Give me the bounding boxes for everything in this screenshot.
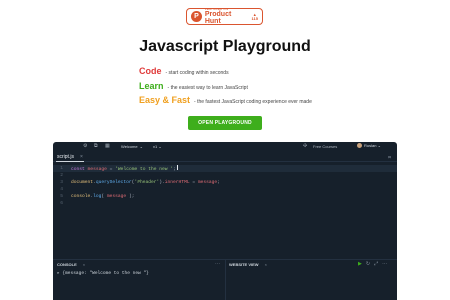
upvote-count: 115	[251, 15, 258, 21]
vertical-divider[interactable]	[225, 259, 226, 300]
product-hunt-text: FEATURED ON Product Hunt	[204, 8, 249, 26]
close-icon[interactable]: ×	[80, 154, 83, 160]
user-menu[interactable]: Ruslan ⌄	[357, 143, 381, 148]
feature-keyword: Learn	[139, 81, 164, 91]
workspace-selector[interactable]: Welcome ⌄	[121, 144, 143, 149]
feature-code: Code - start coding within seconds	[139, 66, 229, 76]
code-line[interactable]: 2	[53, 172, 397, 179]
feature-description: - the fastest JavaScript coding experien…	[194, 99, 312, 105]
feature-keyword: Easy & Fast	[139, 95, 191, 105]
settings-icon[interactable]: ⚙	[83, 143, 87, 149]
split-view-icon[interactable]: ⌗	[388, 155, 391, 161]
workspace-label: Welcome	[121, 144, 138, 149]
console-output: ▸ {message: "Welcome to the new "}	[57, 271, 149, 276]
gift-icon[interactable]: ✣	[303, 143, 307, 149]
console-label: CONSOLE	[57, 262, 77, 267]
website-view-toolbar: ▶ ↻ ⤢ ···	[358, 261, 387, 267]
close-icon[interactable]: ×	[265, 262, 267, 267]
code-text: const message = 'Welcome to the new ';	[71, 165, 178, 172]
feature-easy-fast: Easy & Fast - the fastest JavaScript cod…	[139, 95, 312, 105]
line-number: 2	[60, 173, 63, 178]
tab-label: script.js	[57, 154, 74, 160]
code-line[interactable]: 5 console.log( message );	[53, 193, 397, 200]
active-tab-indicator	[56, 161, 84, 162]
open-playground-button[interactable]: OPEN PLAYGROUND	[188, 116, 262, 130]
code-line[interactable]: 3 document.querySelector('#header').inne…	[53, 179, 397, 186]
code-editor-window: ⚙ ⧉ ▦ Welcome ⌄ v1 ⌄ ✣ Free Courses Rusl…	[53, 142, 397, 300]
close-icon[interactable]: ×	[83, 262, 85, 267]
console-panel-header: CONSOLE ×	[57, 262, 85, 267]
website-view-header: WEBSITE VIEW ×	[229, 262, 267, 267]
more-options-icon[interactable]: ···	[215, 261, 220, 267]
play-icon[interactable]: ▶	[358, 261, 362, 267]
code-line[interactable]: 1 const message = 'Welcome to the new ';	[53, 165, 397, 172]
line-number: 6	[60, 201, 63, 206]
code-text: document.querySelector('#header').innerH…	[71, 180, 220, 185]
tab-script-js[interactable]: script.js ×	[57, 154, 83, 160]
share-icon[interactable]: ⧉	[94, 143, 98, 149]
page-title: Javascript Playground	[139, 38, 311, 55]
product-hunt-badge[interactable]: P FEATURED ON Product Hunt ▲ 115	[186, 8, 263, 25]
product-hunt-logo-icon: P	[191, 11, 202, 22]
layout-icon[interactable]: ▦	[105, 143, 110, 149]
user-name: Ruslan ⌄	[364, 143, 381, 148]
refresh-icon[interactable]: ↻	[366, 261, 370, 267]
open-external-icon[interactable]: ⤢	[374, 261, 378, 267]
upvote-counter: ▲ 115	[251, 12, 258, 21]
editor-topbar: ⚙ ⧉ ▦ Welcome ⌄ v1 ⌄ ✣ Free Courses Rusl…	[53, 142, 397, 152]
website-view-label: WEBSITE VIEW	[229, 262, 259, 267]
code-text: console.log( message );	[71, 194, 135, 199]
line-number: 1	[60, 166, 63, 171]
line-number: 4	[60, 187, 63, 192]
chevron-down-icon: ⌄	[139, 144, 143, 149]
free-courses-link[interactable]: Free Courses	[313, 144, 337, 149]
feature-description: - start coding within seconds	[165, 70, 229, 76]
feature-description: - the easiest way to learn JavaScript	[167, 85, 248, 91]
more-options-icon[interactable]: ···	[382, 261, 387, 267]
code-line[interactable]: 6	[53, 200, 397, 207]
feature-keyword: Code	[139, 66, 162, 76]
file-tabbar: script.js × ⌗	[53, 152, 397, 162]
feature-learn: Learn - the easiest way to learn JavaScr…	[139, 81, 248, 91]
line-number: 3	[60, 180, 63, 185]
code-line[interactable]: 4	[53, 186, 397, 193]
avatar	[357, 143, 362, 148]
version-selector[interactable]: v1 ⌄	[153, 144, 162, 149]
product-hunt-name: Product Hunt	[204, 11, 232, 25]
line-number: 5	[60, 194, 63, 199]
